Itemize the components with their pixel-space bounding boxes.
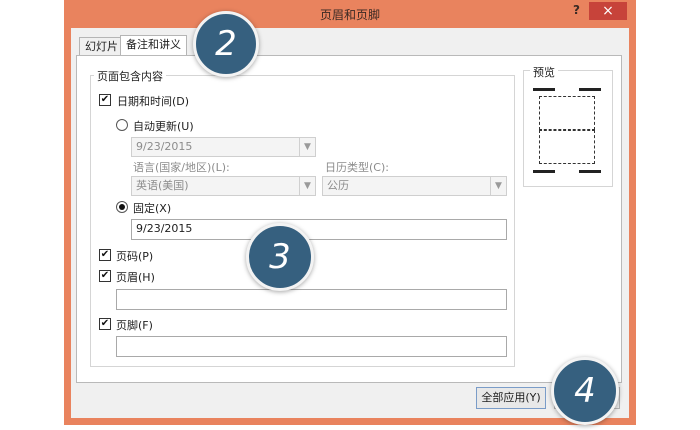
calendar-type-dropdown[interactable]: 公历 ▼	[322, 176, 507, 196]
fixed-label: 固定(X)	[133, 202, 172, 215]
fixed-date-input[interactable]: 9/23/2015	[131, 219, 507, 240]
preview-footer-left-marker	[533, 170, 555, 173]
preview-header-left-marker	[533, 88, 555, 91]
calendar-type-value: 公历	[327, 179, 349, 192]
footer-text-input[interactable]	[116, 336, 507, 357]
preview-header-right-marker	[579, 88, 601, 91]
footer-label: 页脚(F)	[116, 319, 153, 332]
step-callout-4: 4	[551, 357, 619, 425]
fixed-radio[interactable]	[116, 201, 128, 213]
apply-all-button[interactable]: 全部应用(Y)	[476, 387, 546, 409]
preview-slide-bottom	[539, 130, 595, 164]
window-title: 页眉和页脚	[319, 8, 380, 22]
date-time-checkbox[interactable]: ✔	[99, 94, 111, 106]
group-title: 页面包含内容	[94, 68, 166, 84]
chevron-down-icon: ▼	[299, 177, 315, 195]
header-label: 页眉(H)	[116, 271, 155, 284]
preview-title: 预览	[530, 64, 558, 80]
page-number-label: 页码(P)	[116, 250, 154, 263]
date-time-label: 日期和时间(D)	[117, 95, 190, 108]
preview-footer-right-marker	[579, 170, 601, 173]
auto-update-radio[interactable]	[116, 119, 128, 131]
preview-page	[531, 86, 603, 175]
footer-checkbox[interactable]: ✔	[99, 318, 111, 330]
auto-update-date-dropdown[interactable]: 9/23/2015 ▼	[131, 137, 316, 157]
chevron-down-icon: ▼	[490, 177, 506, 195]
preview-slide-top	[539, 96, 595, 130]
step-callout-2: 2	[193, 11, 259, 77]
tab-notes-handouts[interactable]: 备注和讲义	[120, 35, 187, 56]
tab-slides[interactable]: 幻灯片	[79, 37, 124, 56]
language-dropdown[interactable]: 英语(美国) ▼	[131, 176, 316, 196]
close-button[interactable]: ×	[589, 2, 627, 20]
help-icon[interactable]: ?	[573, 3, 580, 17]
auto-update-label: 自动更新(U)	[133, 120, 194, 133]
header-text-input[interactable]	[116, 289, 507, 310]
language-value: 英语(美国)	[136, 179, 189, 192]
chevron-down-icon: ▼	[299, 138, 315, 156]
page-number-checkbox[interactable]: ✔	[99, 249, 111, 261]
auto-update-date-value: 9/23/2015	[136, 140, 193, 153]
header-checkbox[interactable]: ✔	[99, 270, 111, 282]
calendar-type-label: 日历类型(C):	[325, 161, 389, 174]
step-callout-3: 3	[246, 223, 314, 291]
language-label: 语言(国家/地区)(L):	[133, 161, 230, 174]
